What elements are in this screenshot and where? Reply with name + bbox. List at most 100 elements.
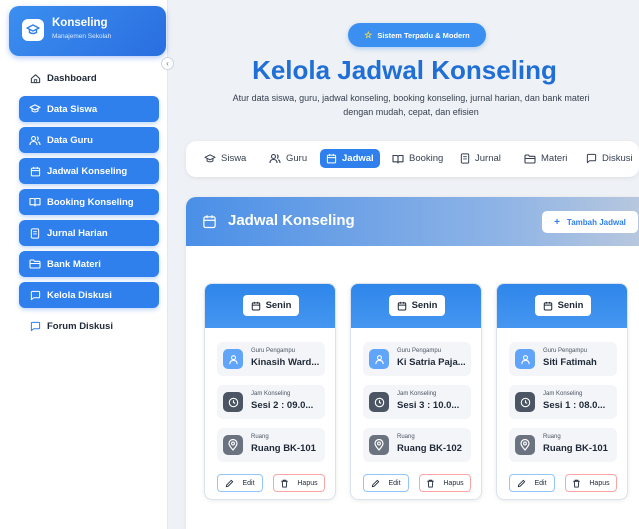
- chat-icon: [29, 289, 41, 301]
- book-open-icon: [29, 196, 41, 208]
- day-label: Senin: [557, 300, 584, 311]
- home-icon: [29, 72, 41, 84]
- location-pin-icon: [223, 435, 243, 455]
- tab-jadwal[interactable]: Jadwal: [320, 149, 380, 168]
- users-icon: [269, 153, 281, 164]
- sidebar-item-booking-konseling[interactable]: Booking Konseling: [19, 189, 159, 215]
- brand-title: Konseling: [52, 17, 108, 29]
- day-label: Senin: [265, 300, 292, 311]
- ruang-label: Ruang: [397, 434, 415, 440]
- users-icon: [29, 134, 41, 146]
- schedule-card: Senin Guru Pengampu Ki Satria Paja... Ja…: [350, 283, 482, 500]
- sidebar-item-label: Dashboard: [47, 72, 97, 84]
- user-icon: [515, 349, 535, 369]
- folder-icon: [29, 258, 41, 270]
- schedule-card: Senin Guru Pengampu Kinasih Ward... Jam …: [204, 283, 336, 500]
- jam-label: Jam Konseling: [543, 391, 583, 397]
- clock-icon: [515, 392, 535, 412]
- calendar-icon: [251, 301, 261, 311]
- guru-info: Guru Pengampu Ki Satria Paja...: [363, 342, 471, 376]
- sidebar-item-bank-materi[interactable]: Bank Materi: [19, 251, 159, 277]
- jam-label: Jam Konseling: [397, 391, 437, 397]
- jam-info: Jam Konseling Sesi 2 : 09.0...: [217, 385, 325, 419]
- calendar-icon: [29, 165, 41, 177]
- ruang-value: Ruang BK-101: [543, 443, 608, 454]
- sidebar-item-label: Data Siswa: [47, 103, 98, 115]
- add-schedule-button[interactable]: + Tambah Jadwal: [542, 211, 638, 233]
- sidebar-item-label: Booking Konseling: [47, 196, 134, 208]
- sidebar-item-data-siswa[interactable]: Data Siswa: [19, 96, 159, 122]
- tab-materi[interactable]: Materi: [524, 149, 567, 168]
- clock-icon: [223, 392, 243, 412]
- add-schedule-label: Tambah Jadwal: [566, 217, 626, 227]
- tab-bar: Siswa Guru Jadwal Booking Jurnal Materi …: [186, 141, 639, 177]
- jam-info: Jam Konseling Sesi 3 : 10.0...: [363, 385, 471, 419]
- guru-value: Ki Satria Paja...: [397, 357, 466, 368]
- pencil-icon: [371, 479, 388, 488]
- jam-label: Jam Konseling: [251, 391, 291, 397]
- user-icon: [369, 349, 389, 369]
- delete-label: Hapus: [297, 479, 318, 487]
- tab-label: Jadwal: [342, 153, 374, 164]
- location-pin-icon: [369, 435, 389, 455]
- sidebar-item-jurnal-harian[interactable]: Jurnal Harian: [19, 220, 159, 246]
- tab-siswa[interactable]: Siswa: [204, 149, 246, 168]
- tab-label: Jurnal: [475, 153, 501, 164]
- pencil-icon: [517, 479, 534, 488]
- schedule-card: Senin Guru Pengampu Siti Fatimah Jam Kon…: [496, 283, 628, 500]
- delete-button[interactable]: Hapus: [419, 474, 471, 492]
- tab-guru[interactable]: Guru: [269, 149, 307, 168]
- sidebar-item-label: Data Guru: [47, 134, 93, 146]
- pencil-icon: [225, 479, 242, 488]
- page-description: Atur data siswa, guru, jadwal konseling,…: [232, 93, 590, 117]
- edit-button[interactable]: Edit: [509, 474, 555, 492]
- location-pin-icon: [515, 435, 535, 455]
- folder-icon: [524, 153, 536, 164]
- edit-button[interactable]: Edit: [363, 474, 409, 492]
- calendar-icon: [397, 301, 407, 311]
- guru-value: Kinasih Ward...: [251, 357, 320, 368]
- sidebar-item-label: Bank Materi: [47, 258, 101, 270]
- delete-button[interactable]: Hapus: [565, 474, 617, 492]
- plus-icon: +: [554, 216, 560, 228]
- panel-title: Jadwal Konseling: [228, 212, 355, 229]
- sidebar-menu: Dashboard Data Siswa Data Guru Jadwal Ko…: [19, 65, 159, 344]
- tab-diskusi[interactable]: Diskusi: [586, 149, 633, 168]
- tab-booking[interactable]: Booking: [392, 149, 443, 168]
- ruang-label: Ruang: [251, 434, 269, 440]
- journal-icon: [29, 227, 41, 239]
- calendar-icon: [543, 301, 553, 311]
- sidebar-item-kelola-diskusi[interactable]: Kelola Diskusi: [19, 282, 159, 308]
- tab-label: Materi: [541, 153, 568, 164]
- card-header: Senin: [205, 284, 335, 328]
- tab-label: Siswa: [221, 153, 247, 164]
- chevron-left-icon: ‹: [166, 59, 169, 68]
- brand-header[interactable]: Konseling Manajemen Sekolah: [9, 6, 166, 56]
- sidebar-item-label: Jadwal Konseling: [47, 165, 128, 177]
- edit-label: Edit: [388, 479, 401, 487]
- day-badge: Senin: [535, 295, 591, 316]
- sidebar-item-forum-diskusi[interactable]: Forum Diskusi: [19, 313, 159, 339]
- tab-jurnal[interactable]: Jurnal: [460, 149, 501, 168]
- day-label: Senin: [411, 300, 438, 311]
- calendar-icon: [202, 214, 217, 234]
- jam-value: Sesi 3 : 10.0...: [397, 400, 460, 411]
- ruang-value: Ruang BK-101: [251, 443, 316, 454]
- delete-button[interactable]: Hapus: [273, 474, 325, 492]
- day-badge: Senin: [243, 295, 299, 316]
- sidebar-item-jadwal-konseling[interactable]: Jadwal Konseling: [19, 158, 159, 184]
- edit-button[interactable]: Edit: [217, 474, 263, 492]
- graduation-cap-icon: [204, 153, 216, 164]
- page-title: Kelola Jadwal Konseling: [252, 55, 557, 85]
- tab-label: Booking: [409, 153, 444, 164]
- sidebar-item-label: Jurnal Harian: [47, 227, 108, 239]
- delete-label: Hapus: [443, 479, 464, 487]
- delete-label: Hapus: [589, 479, 610, 487]
- sidebar-item-data-guru[interactable]: Data Guru: [19, 127, 159, 153]
- hero-badge: ☆ Sistem Terpadu & Modern: [348, 23, 486, 47]
- edit-label: Edit: [534, 479, 547, 487]
- user-icon: [223, 349, 243, 369]
- ruang-info: Ruang Ruang BK-102: [363, 428, 471, 462]
- ruang-info: Ruang Ruang BK-101: [509, 428, 617, 462]
- sidebar-item-dashboard[interactable]: Dashboard: [19, 65, 159, 91]
